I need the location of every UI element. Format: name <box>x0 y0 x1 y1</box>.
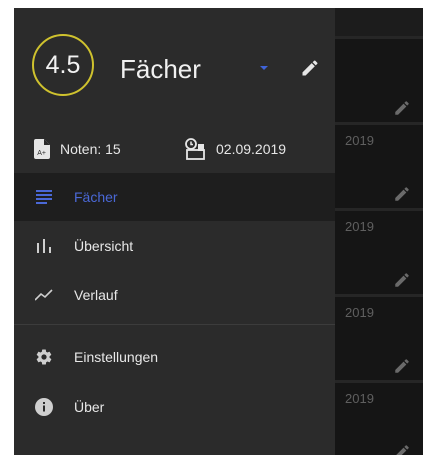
list-item[interactable]: 2019 <box>335 122 423 213</box>
list-item-date: 2019 <box>345 133 374 148</box>
average-grade-value: 4.5 <box>45 50 81 79</box>
gear-icon <box>34 347 54 367</box>
grades-count-row: A+ Noten: 15 <box>34 137 121 161</box>
list-item[interactable] <box>335 36 423 127</box>
average-grade-badge: 4.5 <box>32 34 94 96</box>
app-screen: 2019 2019 2019 2019 4.5 Fächer A+ Noten:… <box>14 8 423 455</box>
date-row: 02.09.2019 <box>184 137 286 161</box>
edit-icon[interactable] <box>393 357 411 375</box>
trend-icon <box>34 285 54 305</box>
list-item-date: 2019 <box>345 391 374 406</box>
drawer-header: 4.5 Fächer A+ Noten: 15 02.09.2019 <box>14 8 335 168</box>
nav-item-about[interactable]: Über <box>14 383 335 431</box>
drawer-divider <box>14 324 335 325</box>
list-item[interactable]: 2019 <box>335 208 423 299</box>
nav-item-overview[interactable]: Übersicht <box>14 222 335 270</box>
bar-chart-icon <box>34 236 54 256</box>
edit-icon[interactable] <box>393 185 411 203</box>
nav-label: Fächer <box>74 189 118 205</box>
list-item-date: 2019 <box>345 305 374 320</box>
last-date: 02.09.2019 <box>216 141 287 157</box>
dropdown-caret-icon[interactable] <box>260 66 268 70</box>
nav-label: Verlauf <box>74 287 118 303</box>
nav-label: Einstellungen <box>74 349 159 365</box>
edit-icon[interactable] <box>393 443 411 455</box>
nav-item-subjects[interactable]: Fächer <box>14 173 335 221</box>
list-item-date: 2019 <box>345 219 374 234</box>
info-icon <box>34 397 54 417</box>
navigation-drawer: 4.5 Fächer A+ Noten: 15 02.09.2019 Fäche… <box>14 8 335 455</box>
list-icon <box>34 187 54 207</box>
nav-item-settings[interactable]: Einstellungen <box>14 333 335 381</box>
nav-item-history[interactable]: Verlauf <box>14 271 335 319</box>
calendar-clock-icon <box>185 138 205 160</box>
nav-label: Über <box>74 399 105 415</box>
grade-file-icon: A+ <box>34 139 50 159</box>
list-item[interactable]: 2019 <box>335 380 423 455</box>
list-item[interactable]: 2019 <box>335 294 423 385</box>
edit-icon[interactable] <box>393 99 411 117</box>
edit-icon[interactable] <box>300 58 320 78</box>
semester-title[interactable]: Fächer <box>120 54 201 85</box>
svg-text:A+: A+ <box>37 150 46 157</box>
grades-count: Noten: 15 <box>60 141 121 157</box>
nav-label: Übersicht <box>74 238 134 254</box>
edit-icon[interactable] <box>393 271 411 289</box>
